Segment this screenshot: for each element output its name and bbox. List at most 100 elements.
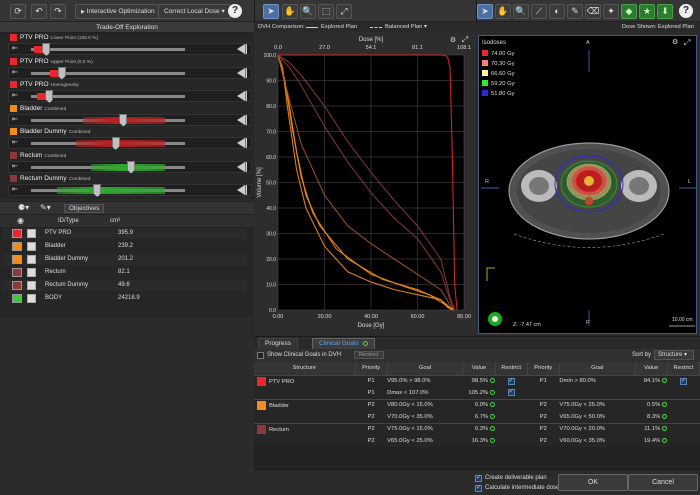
ct-fill-icon[interactable]: ✦: [603, 4, 619, 19]
ct-contrast-icon[interactable]: ◐: [549, 4, 565, 19]
create-deliverable-checkbox[interactable]: ✓: [475, 475, 482, 482]
slider-limit-icon[interactable]: [237, 44, 247, 54]
visibility-checkbox[interactable]: [12, 268, 22, 277]
restrict-checkbox[interactable]: ✓: [507, 377, 515, 385]
ct-zoom-icon[interactable]: 🔍: [513, 4, 529, 19]
objectives-button[interactable]: Objectives: [64, 204, 105, 213]
ct-layer-icon[interactable]: ◆: [621, 4, 637, 19]
slider-thumb[interactable]: [57, 66, 66, 80]
structure-row[interactable]: Rectum Dummy 49.6: [3, 280, 247, 291]
goal-row[interactable]: Bladder P2 V80.0Gy < 15.0% 0.0% P2 V75.0Gy < …: [254, 399, 700, 411]
dvh-expand-icon[interactable]: ⤢: [461, 35, 468, 44]
slider-thumb[interactable]: [45, 90, 54, 103]
slider-thumb[interactable]: [93, 184, 102, 197]
goal-row[interactable]: Rectum P2 V75.0Gy < 15.0% 0.3% P2 V70.0Gy < 2…: [254, 423, 700, 435]
lock-icon[interactable]: ⇤: [12, 68, 18, 76]
goal-row[interactable]: P2 V65.0Gy < 25.0% 16.3% P2 V60.0Gy < 35.0% 1…: [254, 435, 700, 447]
slider-thumb[interactable]: [119, 113, 128, 127]
ct-arrow-down-icon[interactable]: ⬇: [657, 4, 673, 19]
tradeoff-slider[interactable]: ⇤: [8, 160, 252, 174]
interactive-optimization-button[interactable]: ▶ Interactive Optimization: [75, 4, 161, 19]
isodose-item[interactable]: 66.60 Gy: [482, 69, 515, 79]
structure-row[interactable]: Bladder Dummy 201.2: [3, 254, 247, 265]
cancel-button[interactable]: Cancel: [628, 474, 698, 491]
lock-icon[interactable]: ⇤: [12, 138, 18, 146]
show-goals-checkbox[interactable]: [257, 352, 264, 359]
tradeoff-sub: Upper Point (0.0 %): [50, 59, 93, 65]
ct-expand-icon[interactable]: ⤢: [684, 38, 690, 48]
isodose-item[interactable]: 59.20 Gy: [482, 79, 515, 89]
redo-icon[interactable]: ↷: [50, 4, 66, 19]
restrict-checkbox[interactable]: ✓: [507, 389, 515, 397]
visibility-checkbox[interactable]: [12, 255, 22, 264]
slider-limit-icon[interactable]: [237, 138, 247, 148]
ct-eraser-icon[interactable]: ⌫: [585, 4, 601, 19]
slider-limit-icon[interactable]: [237, 185, 247, 195]
tradeoff-slider[interactable]: ⇤: [8, 66, 252, 80]
ct-brush-icon[interactable]: ✎: [567, 4, 583, 19]
restrict-button[interactable]: Restrict: [354, 351, 384, 359]
lock-icon[interactable]: ⇤: [12, 44, 18, 52]
restrict-checkbox[interactable]: ✓: [679, 377, 687, 385]
goal-row[interactable]: P1 Dmax < 107.0% 105.2% ✓: [254, 387, 700, 399]
undo-icon[interactable]: ↶: [31, 4, 47, 19]
slider-limit-icon[interactable]: [237, 114, 247, 125]
hand-icon[interactable]: ✋: [282, 4, 298, 19]
visibility-checkbox[interactable]: [12, 294, 22, 303]
dvh-comparison-bar: DVH Comparison: Explored Plan Balanced P…: [254, 22, 476, 32]
dvh-chart[interactable]: 0.00 20.00 40.00 60.00 80.00 0.0 27.0 54.1 81.1 1…: [254, 32, 476, 334]
calculate-intermediate-checkbox[interactable]: ✓: [475, 485, 482, 492]
sort-select[interactable]: Structure ▾: [654, 350, 694, 360]
structure-row[interactable]: BODY 24218.9: [3, 293, 247, 304]
slider-thumb[interactable]: [111, 137, 120, 150]
pointer-icon[interactable]: ➤: [263, 4, 279, 19]
top-tick-label: 81.1: [412, 45, 423, 51]
help-icon[interactable]: ?: [228, 4, 242, 18]
goal-row[interactable]: PTV PRO P1 V95.0% > 98.0% 98.5% ✓ P1 Dmin > 80…: [254, 375, 700, 387]
visibility-checkbox[interactable]: [12, 242, 22, 251]
ok-button[interactable]: OK: [558, 474, 628, 491]
zoom-area-icon[interactable]: ⬚: [318, 4, 334, 19]
ct-help-icon[interactable]: ?: [679, 4, 693, 18]
visibility-checkbox[interactable]: [12, 281, 22, 290]
lock-icon[interactable]: ⇤: [12, 162, 18, 170]
tradeoff-slider[interactable]: ⇤: [8, 113, 252, 127]
ct-measure-icon[interactable]: ⟋: [531, 4, 547, 19]
zoom-icon[interactable]: 🔍: [300, 4, 316, 19]
visibility-checkbox[interactable]: [12, 229, 22, 238]
ct-viewport[interactable]: Isodoses 74.00 Gy 70.30 Gy 66.60 Gy 59.20 G…: [478, 35, 697, 334]
lock-icon[interactable]: ⇤: [12, 91, 18, 99]
tradeoff-slider[interactable]: ⇤: [8, 90, 252, 103]
slider-thumb[interactable]: [127, 160, 136, 174]
ct-settings-icon[interactable]: ⚙: [672, 38, 678, 46]
ct-star-icon[interactable]: ★: [639, 4, 655, 19]
tradeoff-slider[interactable]: ⇤: [8, 137, 252, 150]
slider-limit-icon[interactable]: [237, 91, 247, 101]
lock-icon[interactable]: ⇤: [12, 115, 18, 123]
dvh-settings-icon[interactable]: ⚙: [450, 36, 456, 44]
lock-icon[interactable]: ⇤: [12, 185, 18, 193]
slider-limit-icon[interactable]: [237, 67, 247, 78]
structure-row[interactable]: Rectum 82.1: [3, 267, 247, 278]
ct-hand-icon[interactable]: ✋: [495, 4, 511, 19]
slider-limit-icon[interactable]: [237, 161, 247, 172]
refresh-icon[interactable]: ⟳: [10, 4, 26, 19]
isodose-item[interactable]: 70.30 Gy: [482, 59, 515, 69]
balanced-plan-dropdown[interactable]: Balanced Plan ▾: [385, 22, 427, 32]
structure-tools-icon[interactable]: ✎▾: [40, 203, 51, 212]
goal-row[interactable]: P2 V70.0Gy < 35.0% 6.7% P2 V65.0Gy < 50.0% 8.…: [254, 411, 700, 423]
correct-local-dose-button[interactable]: Correct Local Dose ▾: [158, 4, 231, 19]
tradeoff-slider[interactable]: ⇤: [8, 184, 252, 197]
eye-icon[interactable]: ◉: [17, 216, 24, 225]
zoom-fit-icon[interactable]: ⤢: [336, 4, 352, 19]
visibility-dropdown-icon[interactable]: ⚈▾: [18, 203, 29, 212]
isodose-item[interactable]: 74.00 Gy: [482, 49, 515, 59]
structure-row[interactable]: PTV PRO 395.9: [3, 228, 247, 239]
y-tick-label: 20.0: [266, 257, 276, 263]
slider-thumb[interactable]: [42, 43, 51, 56]
isodose-item[interactable]: 51.80 Gy: [482, 89, 515, 99]
tradeoff-slider[interactable]: ⇤: [8, 43, 252, 56]
body-icon: [27, 294, 36, 303]
structure-row[interactable]: Bladder 239.2: [3, 241, 247, 252]
ct-pointer-icon[interactable]: ➤: [477, 4, 493, 19]
